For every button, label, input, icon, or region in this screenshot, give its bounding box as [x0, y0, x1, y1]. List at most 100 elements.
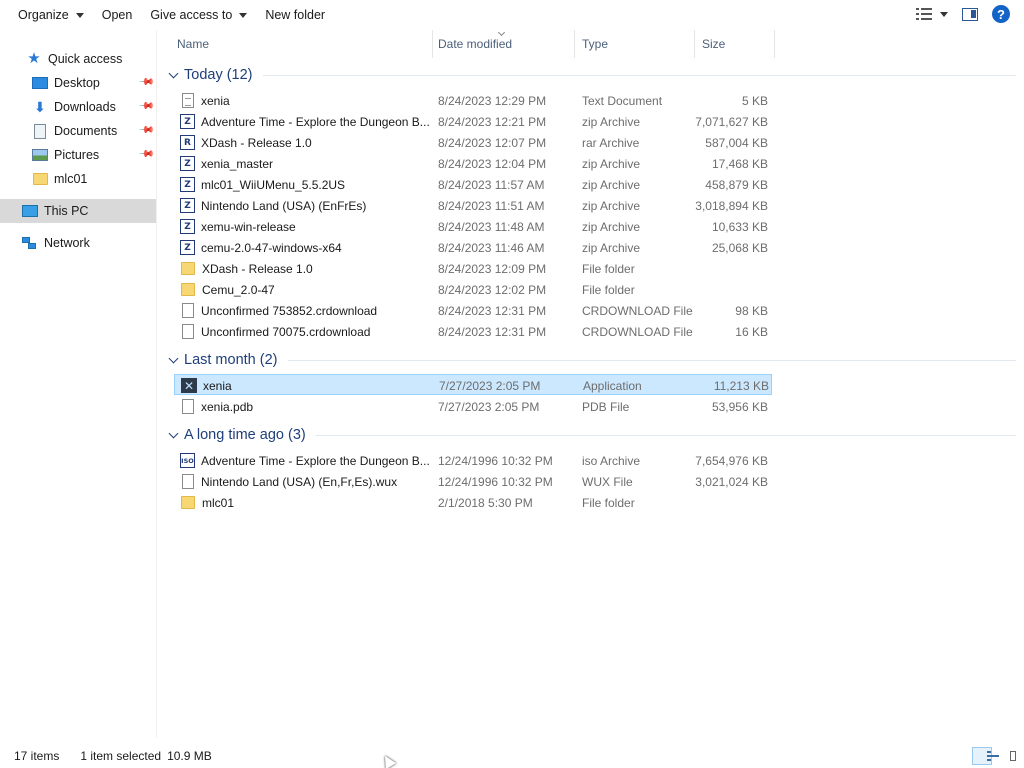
file-type-cell: Text Document	[582, 93, 663, 108]
file-size-cell: 3,018,894 KB	[695, 198, 768, 213]
nav-item-quick-access[interactable]: ★ Quick access	[0, 47, 156, 71]
file-row[interactable]: Unconfirmed 753852.crdownload 8/24/2023 1…	[174, 300, 772, 321]
large-icons-view-button[interactable]	[996, 747, 1016, 765]
nav-item-desktop[interactable]: Desktop 📌	[0, 71, 156, 95]
group-header[interactable]: A long time ago (3)	[157, 423, 1016, 447]
change-view-button[interactable]	[916, 8, 948, 20]
file-row[interactable]: Z Adventure Time - Explore the Dungeon B.…	[174, 111, 772, 132]
file-row[interactable]: ✕ xenia 7/27/2023 2:05 PM Application 11,213…	[174, 374, 772, 395]
file-row[interactable]: ISO Adventure Time - Explore the Dungeon …	[174, 450, 772, 471]
file-size-cell: 5 KB	[741, 93, 768, 108]
desktop-icon	[32, 76, 48, 90]
file-type-cell: Application	[583, 378, 642, 393]
file-row[interactable]: Z Nintendo Land (USA) (EnFrEs) 8/24/2023 1…	[174, 195, 772, 216]
chevron-down-icon	[75, 12, 84, 18]
file-name-cell: Zxenia_master	[180, 153, 430, 174]
details-icon	[987, 751, 999, 761]
nav-item-this-pc[interactable]: This PC	[0, 199, 156, 223]
file-name: Unconfirmed 753852.crdownload	[201, 303, 378, 318]
nav-item-label: Quick access	[48, 52, 123, 66]
column-headers: Name Date modified Type Size	[157, 30, 1024, 58]
zip-archive-icon: Z	[180, 156, 195, 171]
help-icon[interactable]: ?	[992, 5, 1010, 23]
column-header-name[interactable]: Name	[170, 30, 433, 58]
file-row[interactable]: XDash - Release 1.0 8/24/2023 12:09 PM Fil…	[174, 258, 772, 279]
file-row[interactable]: Nintendo Land (USA) (En,Fr,Es).wux 12/24/…	[174, 471, 772, 492]
details-view-button[interactable]	[972, 747, 999, 765]
file-row[interactable]: Zxemu-win-release 8/24/2023 11:48 AM zip A…	[174, 216, 772, 237]
file-size-cell	[694, 258, 768, 279]
group-header[interactable]: Last month (2)	[157, 348, 1016, 372]
file-name-cell: Z Nintendo Land (USA) (EnFrEs)	[180, 195, 430, 216]
file-name: mlc01	[202, 495, 235, 510]
group-header[interactable]: Today (12)	[157, 63, 1016, 87]
download-icon: ⬇	[34, 98, 46, 115]
text-file-icon	[182, 93, 194, 108]
pin-icon: 📌	[137, 146, 155, 163]
organize-button[interactable]: Organize	[0, 0, 93, 30]
open-button[interactable]: Open	[93, 0, 142, 30]
file-date-cell: 8/24/2023 12:02 PM	[438, 282, 547, 297]
file-name-cell: Unconfirmed 70075.crdownload	[180, 321, 430, 342]
file-row[interactable]: Cemu_2.0-47 8/24/2023 12:02 PM File folder	[174, 279, 772, 300]
file-type-cell: iso Archive	[582, 453, 641, 468]
file-date-cell: 8/24/2023 12:04 PM	[438, 156, 547, 171]
nav-item-documents[interactable]: Documents 📌	[0, 119, 156, 143]
group-title: Last month (2)	[184, 352, 278, 368]
chevron-down-icon[interactable]	[169, 356, 178, 365]
chevron-down-icon[interactable]	[169, 71, 178, 80]
status-bar: 17 items 1 item selected 10.9 MB	[0, 744, 1024, 768]
nav-item-mlc01[interactable]: mlc01	[0, 167, 156, 191]
file-type-cell: File folder	[582, 282, 635, 297]
file-date-cell: 2/1/2018 5:30 PM	[438, 495, 533, 510]
file-name-cell: ISO Adventure Time - Explore the Dungeon …	[180, 450, 430, 471]
file-size-cell: 3,021,024 KB	[695, 474, 768, 489]
file-row[interactable]: Zcemu-2.0-47-windows-x64 8/24/2023 11:46 …	[174, 237, 772, 258]
large-icons-icon	[1010, 751, 1016, 761]
pin-icon: 📌	[137, 98, 155, 115]
nav-item-downloads[interactable]: ⬇ Downloads 📌	[0, 95, 156, 119]
nav-item-network[interactable]: Network	[0, 231, 156, 255]
file-row[interactable]: mlc01 2/1/2018 5:30 PM File folder	[174, 492, 772, 513]
file-name: xenia_master	[201, 156, 274, 171]
file-name: xenia.pdb	[201, 399, 254, 414]
file-name-cell: XDash - Release 1.0	[180, 258, 430, 279]
generic-file-icon	[182, 474, 194, 489]
file-row[interactable]: xenia.pdb 7/27/2023 2:05 PM PDB File 53,956…	[174, 396, 772, 417]
file-row[interactable]: Unconfirmed 70075.crdownload 8/24/2023 12…	[174, 321, 772, 342]
nav-item-label: Network	[44, 236, 90, 250]
column-header-date[interactable]: Date modified	[431, 30, 575, 58]
file-row[interactable]: R XDash - Release 1.0 8/24/2023 12:07 PM ra…	[174, 132, 772, 153]
selection-text: 1 item selected	[80, 749, 162, 763]
file-name: Cemu_2.0-47	[202, 282, 275, 297]
file-name-cell: ✕ xenia	[181, 375, 431, 396]
file-size-cell: 587,004 KB	[705, 135, 768, 150]
file-size-cell: 16 KB	[735, 324, 768, 339]
zip-archive-icon: Z	[180, 114, 195, 129]
give-access-button[interactable]: Give access to	[141, 0, 256, 30]
application-icon: ✕	[181, 378, 197, 393]
file-type-cell: File folder	[582, 495, 635, 510]
file-name-cell: xenia.pdb	[180, 396, 430, 417]
file-row[interactable]: Zxenia_master 8/24/2023 12:04 PM zip Archi…	[174, 153, 772, 174]
nav-item-pictures[interactable]: Pictures 📌	[0, 143, 156, 167]
column-header-type[interactable]: Type	[575, 30, 695, 58]
folder-icon	[181, 262, 195, 275]
column-header-label: Type	[582, 37, 609, 51]
nav-item-label: Downloads	[54, 100, 116, 114]
iso-archive-icon: ISO	[180, 453, 195, 468]
column-header-size[interactable]: Size	[695, 30, 775, 58]
file-size-cell: 25,068 KB	[711, 240, 768, 255]
chevron-down-icon[interactable]	[169, 431, 178, 440]
file-row[interactable]: Zmlc01_WiiUMenu_5.5.2US 8/24/2023 11:57 A…	[174, 174, 772, 195]
file-name-cell: xenia	[180, 90, 430, 111]
column-header-label: Size	[702, 37, 726, 51]
new-folder-button[interactable]: New folder	[256, 0, 334, 30]
file-size-cell	[694, 279, 768, 300]
file-row[interactable]: xenia 8/24/2023 12:29 PM Text Document 5 KB	[174, 90, 772, 111]
file-date-cell: 12/24/1996 10:32 PM	[438, 453, 553, 468]
pin-icon: 📌	[137, 122, 155, 139]
new-folder-label: New folder	[265, 8, 326, 22]
navigation-pane: ★ Quick access Desktop 📌 ⬇ Downloads 📌 D…	[0, 30, 157, 738]
preview-pane-icon[interactable]	[962, 7, 978, 21]
